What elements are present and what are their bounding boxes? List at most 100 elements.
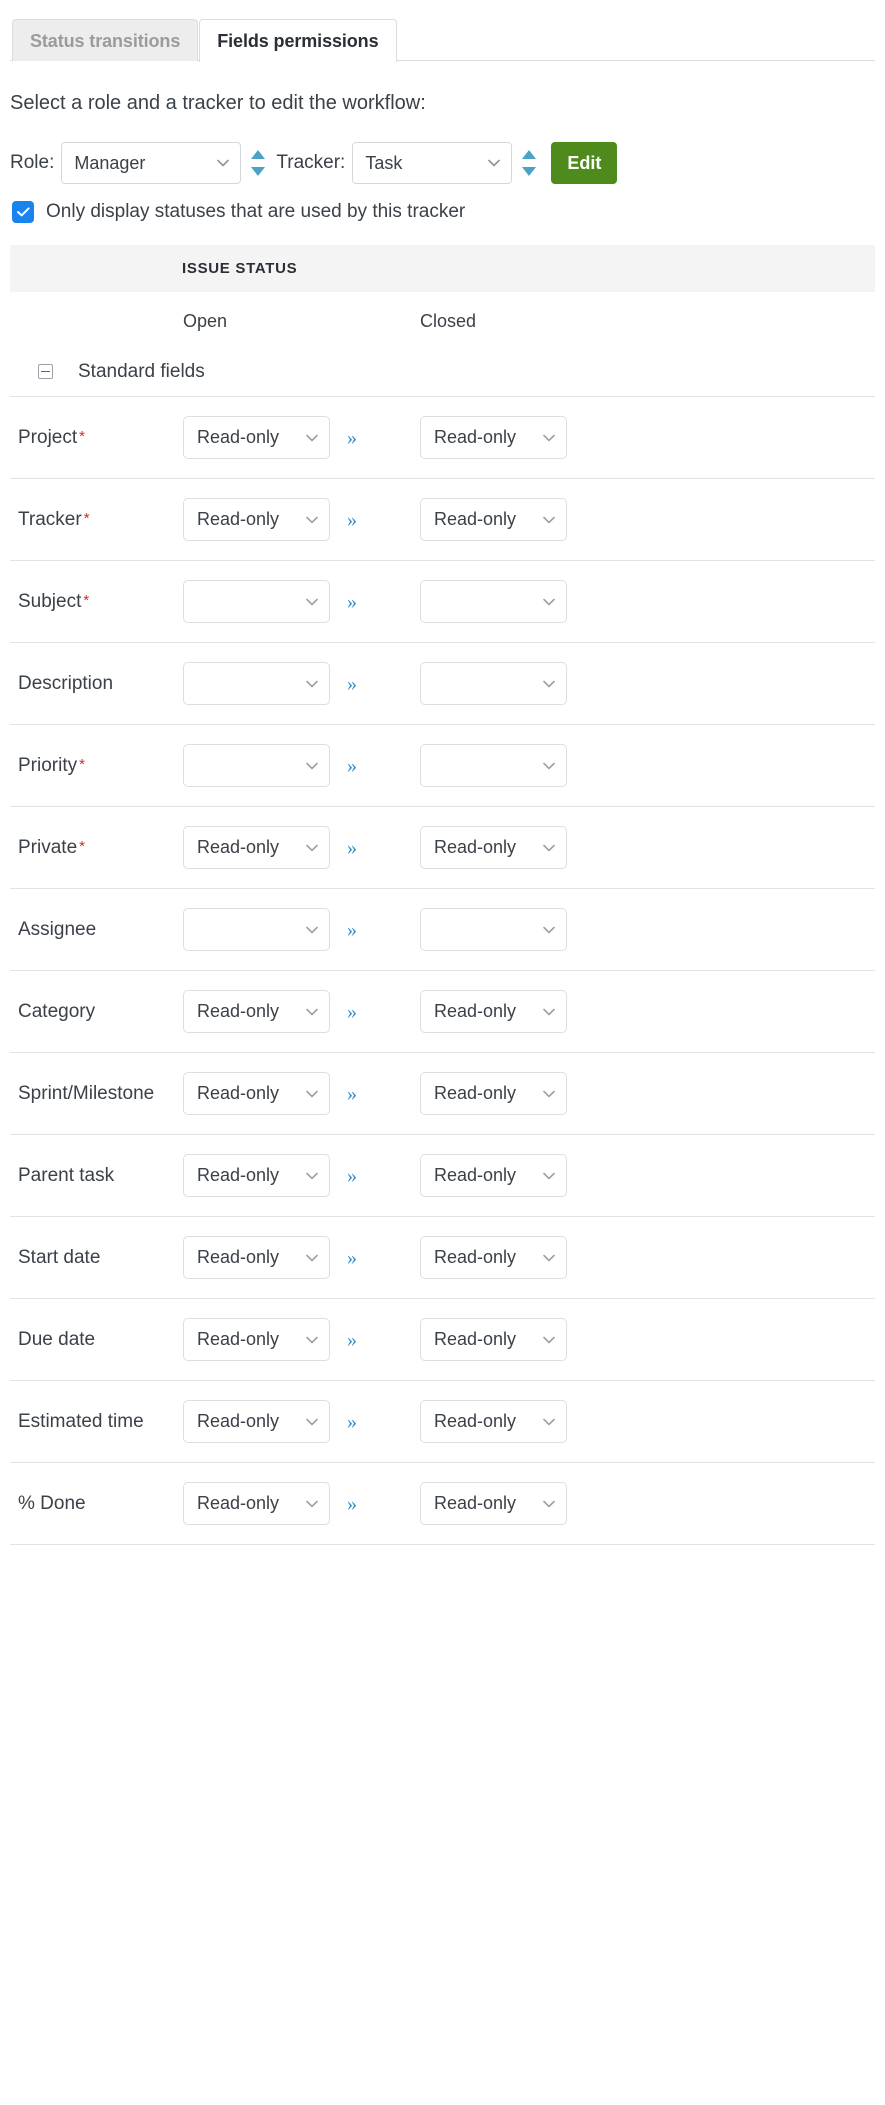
chevron-down-icon (488, 159, 501, 167)
closed-permission-cell: Read-only (420, 1236, 567, 1279)
field-label-text: Parent task (18, 1164, 115, 1186)
spinner-down-icon[interactable] (522, 167, 537, 176)
field-label: % Done (10, 1493, 183, 1515)
chevron-down-icon (543, 926, 555, 934)
spinner-down-icon[interactable] (251, 167, 266, 176)
copy-to-closed-cell: » (338, 1412, 420, 1432)
page-instructions: Select a role and a tracker to edit the … (10, 92, 426, 114)
open-permission-value: Read-only (197, 1165, 280, 1185)
open-permission-select[interactable]: Read-only (183, 1400, 330, 1443)
open-permission-select[interactable] (183, 908, 330, 951)
copy-right-icon[interactable]: » (347, 1084, 357, 1104)
copy-right-icon[interactable]: » (347, 1412, 357, 1432)
copy-to-closed-cell: » (338, 674, 420, 694)
table-row: Project * Read-only » Read-only (10, 397, 875, 479)
closed-permission-select[interactable]: Read-only (420, 498, 567, 541)
spinner-up-icon[interactable] (251, 150, 266, 159)
closed-permission-select[interactable]: Read-only (420, 1072, 567, 1115)
copy-right-icon[interactable]: » (347, 1494, 357, 1514)
copy-right-icon[interactable]: » (347, 838, 357, 858)
closed-permission-select[interactable]: Read-only (420, 1400, 567, 1443)
open-permission-select[interactable] (183, 580, 330, 623)
role-label: Role: (10, 152, 55, 173)
open-permission-select[interactable]: Read-only (183, 826, 330, 869)
tab-status-transitions-label: Status transitions (30, 31, 181, 51)
field-label-text: Start date (18, 1246, 101, 1268)
closed-permission-select[interactable]: Read-only (420, 826, 567, 869)
copy-right-icon[interactable]: » (347, 756, 357, 776)
closed-permission-value: Read-only (434, 427, 517, 447)
open-permission-select[interactable]: Read-only (183, 1236, 330, 1279)
field-label: Sprint/Milestone (10, 1083, 183, 1105)
open-permission-select[interactable] (183, 662, 330, 705)
open-permission-select[interactable]: Read-only (183, 416, 330, 459)
open-permission-cell (183, 662, 338, 705)
closed-permission-cell: Read-only (420, 1400, 567, 1443)
closed-permission-select[interactable] (420, 662, 567, 705)
copy-right-icon[interactable]: » (347, 1330, 357, 1350)
closed-permission-select[interactable] (420, 580, 567, 623)
tracker-select-value: Task (365, 152, 403, 173)
tab-bar: Status transitions Fields permissions (0, 10, 885, 62)
table-row: Estimated time Read-only » Read-only (10, 1381, 875, 1463)
copy-right-icon[interactable]: » (347, 920, 357, 940)
closed-permission-cell: Read-only (420, 1072, 567, 1115)
open-permission-value: Read-only (197, 427, 280, 447)
spinner-up-icon[interactable] (522, 150, 537, 159)
only-used-statuses-checkbox[interactable] (12, 201, 34, 223)
field-label: Description (10, 673, 183, 695)
required-asterisk: * (79, 837, 85, 855)
closed-permission-select[interactable]: Read-only (420, 1318, 567, 1361)
copy-right-icon[interactable]: » (347, 428, 357, 448)
copy-right-icon[interactable]: » (347, 1248, 357, 1268)
copy-right-icon[interactable]: » (347, 1166, 357, 1186)
open-permission-select[interactable]: Read-only (183, 990, 330, 1033)
chevron-down-icon (217, 159, 230, 167)
table-row: Subject * » (10, 561, 875, 643)
open-permission-select[interactable]: Read-only (183, 1318, 330, 1361)
field-label: Priority * (10, 755, 183, 777)
tracker-spinner[interactable] (522, 150, 537, 176)
closed-permission-select[interactable] (420, 908, 567, 951)
role-select[interactable]: Manager (61, 142, 242, 184)
closed-permission-select[interactable]: Read-only (420, 416, 567, 459)
tab-status-transitions[interactable]: Status transitions (12, 19, 199, 61)
role-spinner[interactable] (251, 150, 266, 176)
open-permission-select[interactable] (183, 744, 330, 787)
standard-fields-group-row[interactable]: Standard fields (10, 347, 875, 397)
chevron-down-icon (543, 1008, 555, 1016)
closed-permission-select[interactable]: Read-only (420, 990, 567, 1033)
open-permission-select[interactable]: Read-only (183, 1154, 330, 1197)
required-asterisk: * (79, 427, 85, 445)
copy-right-icon[interactable]: » (347, 510, 357, 530)
field-label-text: % Done (18, 1492, 86, 1514)
closed-permission-select[interactable] (420, 744, 567, 787)
copy-to-closed-cell: » (338, 1330, 420, 1350)
open-permission-cell: Read-only (183, 990, 338, 1033)
table-row: % Done Read-only » Read-only (10, 1463, 875, 1545)
collapse-toggle-icon[interactable] (38, 364, 53, 379)
open-permission-cell: Read-only (183, 1154, 338, 1197)
only-used-statuses-row[interactable]: Only display statuses that are used by t… (12, 201, 885, 223)
closed-permission-select[interactable]: Read-only (420, 1482, 567, 1525)
chevron-down-icon (306, 1418, 318, 1426)
copy-to-closed-cell: » (338, 510, 420, 530)
field-label: Parent task (10, 1165, 183, 1187)
open-permission-select[interactable]: Read-only (183, 1482, 330, 1525)
chevron-down-icon (306, 1090, 318, 1098)
field-label-text: Assignee (18, 918, 97, 940)
field-label-text: Description (18, 672, 114, 694)
copy-right-icon[interactable]: » (347, 1002, 357, 1022)
closed-permission-value: Read-only (434, 1165, 517, 1185)
copy-right-icon[interactable]: » (347, 674, 357, 694)
tracker-select[interactable]: Task (352, 142, 513, 184)
tab-fields-permissions[interactable]: Fields permissions (199, 19, 397, 62)
edit-button[interactable]: Edit (551, 142, 618, 184)
closed-permission-select[interactable]: Read-only (420, 1236, 567, 1279)
copy-right-icon[interactable]: » (347, 592, 357, 612)
field-label: Estimated time (10, 1411, 183, 1433)
closed-permission-value: Read-only (434, 1493, 517, 1513)
closed-permission-select[interactable]: Read-only (420, 1154, 567, 1197)
open-permission-select[interactable]: Read-only (183, 1072, 330, 1115)
open-permission-select[interactable]: Read-only (183, 498, 330, 541)
